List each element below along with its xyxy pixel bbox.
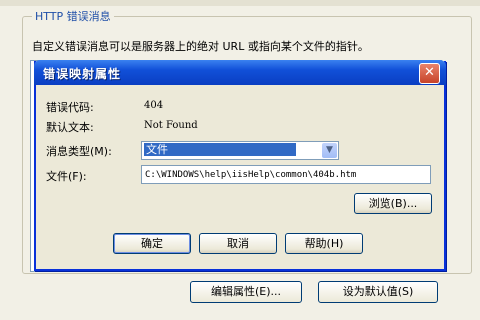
message-type-select[interactable]: 文件 ▼ [141,141,339,160]
browse-button[interactable]: 浏览(B)... [354,193,432,214]
file-path-input[interactable]: C:\WINDOWS\help\iisHelp\common\404b.htm [141,165,431,184]
http-error-description: 自定义错误消息可以是服务器上的绝对 URL 或指向某个文件的指针。 [32,40,369,53]
ok-button[interactable]: 确定 [113,233,191,254]
error-mapping-dialog: 错误映射属性 ✕ 错误代码: 404 默认文本: Not Found 消息类型(… [34,60,446,271]
dialog-titlebar[interactable]: 错误映射属性 ✕ [34,60,446,85]
message-type-selected-value: 文件 [144,143,296,156]
chevron-down-icon[interactable]: ▼ [322,143,337,158]
default-text-value: Not Found [144,120,198,131]
close-icon: ✕ [424,65,435,80]
cancel-button[interactable]: 取消 [199,233,277,254]
message-type-label: 消息类型(M): [46,145,112,158]
help-button[interactable]: 帮助(H) [285,233,363,254]
background-top-strip [0,0,480,6]
edit-properties-button[interactable]: 编辑属性(E)... [190,281,302,303]
close-button[interactable]: ✕ [419,63,440,84]
error-code-value: 404 [144,100,164,111]
set-default-button[interactable]: 设为默认值(S) [318,281,438,303]
error-code-label: 错误代码: [46,101,94,114]
default-text-label: 默认文本: [46,121,94,134]
file-label: 文件(F): [46,170,87,183]
http-error-group-title: HTTP 错误消息 [32,8,114,24]
dialog-title: 错误映射属性 [43,67,122,81]
